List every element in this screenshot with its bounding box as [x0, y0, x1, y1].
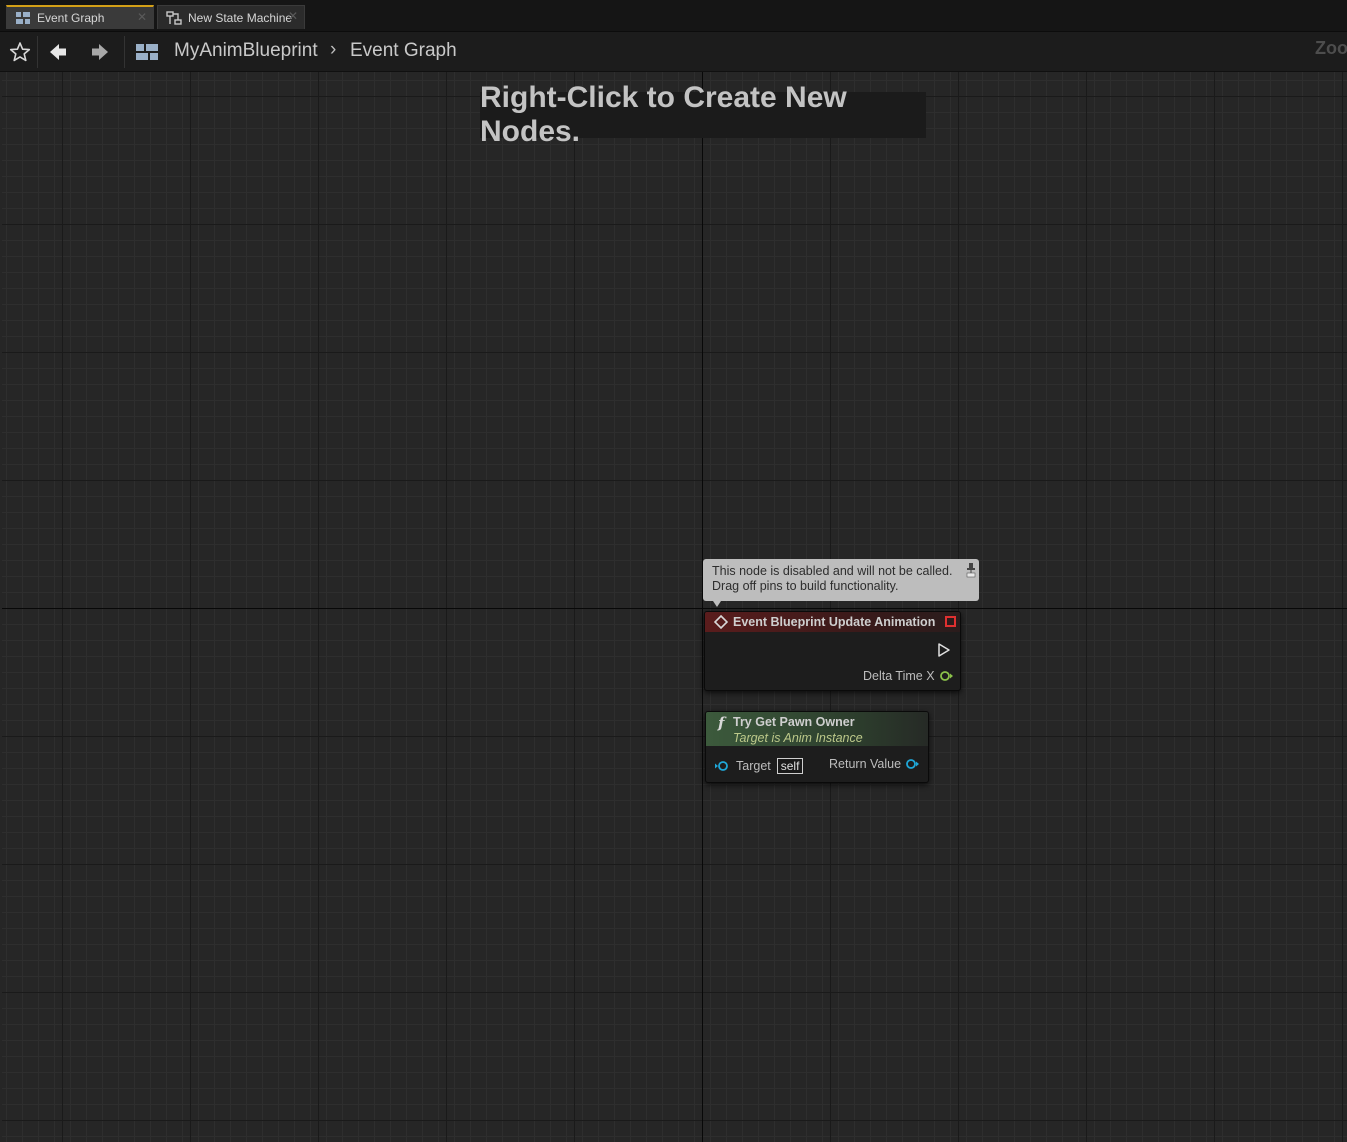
comment-line: Drag off pins to build functionality. — [712, 579, 899, 593]
forward-button[interactable] — [86, 38, 114, 66]
target-default-value[interactable]: self — [776, 758, 804, 774]
favorite-button[interactable] — [6, 38, 34, 66]
breadcrumb-blueprint[interactable]: MyAnimBlueprint — [174, 40, 318, 62]
pin-label: Delta Time X — [863, 669, 935, 683]
graph-type-button[interactable] — [133, 38, 161, 66]
pin-label: Target — [736, 759, 771, 773]
graph-hint-text: Right-Click to Create New Nodes. — [480, 81, 926, 148]
toolbar-divider — [124, 36, 125, 68]
document-tab-strip: Event Graph ✕ New State Machine ✕ — [0, 0, 1347, 32]
breadcrumb-graph: Event Graph — [350, 40, 457, 61]
node-title: Try Get Pawn Owner — [733, 715, 855, 729]
graph-toolbar: MyAnimBlueprint › Event Graph Zoom — [0, 32, 1347, 72]
tab-label: New State Machine — [188, 10, 293, 25]
target-pin[interactable]: Target self — [714, 758, 804, 774]
graph-canvas[interactable]: Right-Click to Create New Nodes. This no… — [2, 72, 1347, 1142]
object-pin-icon[interactable] — [905, 758, 921, 770]
node-comment-bubble: This node is disabled and will not be ca… — [703, 559, 979, 607]
tab-label: Event Graph — [37, 11, 105, 25]
node-title: Event Blueprint Update Animation — [733, 615, 936, 629]
graph-icon — [136, 44, 158, 60]
node-header: Event Blueprint Update Animation — [705, 612, 960, 632]
comment-line: This node is disabled and will not be ca… — [712, 564, 953, 578]
float-pin-icon[interactable] — [939, 670, 955, 682]
node-header: f Try Get Pawn Owner Target is Anim Inst… — [706, 712, 928, 746]
star-icon — [9, 42, 31, 62]
chevron-right-icon: › — [330, 39, 337, 60]
graph-origin-axis-horizontal — [2, 608, 1347, 609]
node-subtitle: Target is Anim Instance — [733, 731, 863, 745]
close-icon[interactable]: ✕ — [288, 9, 298, 23]
tab-event-graph[interactable]: Event Graph ✕ — [6, 5, 154, 29]
back-button[interactable] — [44, 38, 72, 66]
error-square-icon — [945, 616, 956, 627]
return-value-pin[interactable]: Return Value — [829, 757, 921, 771]
state-machine-icon — [166, 10, 182, 25]
object-pin-icon[interactable] — [714, 760, 730, 772]
arrow-right-icon — [92, 44, 108, 60]
pin-label: Return Value — [829, 757, 902, 771]
pin-comment-icon[interactable] — [966, 562, 976, 578]
zoom-indicator: Zoom — [1315, 38, 1347, 58]
graph-icon — [16, 12, 30, 24]
arrow-left-icon — [50, 44, 66, 60]
function-icon: f — [718, 714, 725, 732]
event-diamond-icon — [714, 615, 728, 629]
bubble-tail — [713, 601, 721, 607]
tab-new-state-machine[interactable]: New State Machine ✕ — [157, 5, 305, 29]
exec-output-pin-icon[interactable] — [937, 642, 951, 658]
toolbar-divider — [37, 36, 38, 68]
try-get-pawn-owner-node[interactable]: f Try Get Pawn Owner Target is Anim Inst… — [705, 711, 929, 783]
event-blueprint-update-animation-node[interactable]: Event Blueprint Update Animation Delta T… — [704, 611, 961, 691]
close-icon[interactable]: ✕ — [137, 10, 147, 24]
delta-time-pin[interactable]: Delta Time X — [863, 669, 955, 683]
graph-origin-axis-vertical — [702, 72, 703, 1142]
